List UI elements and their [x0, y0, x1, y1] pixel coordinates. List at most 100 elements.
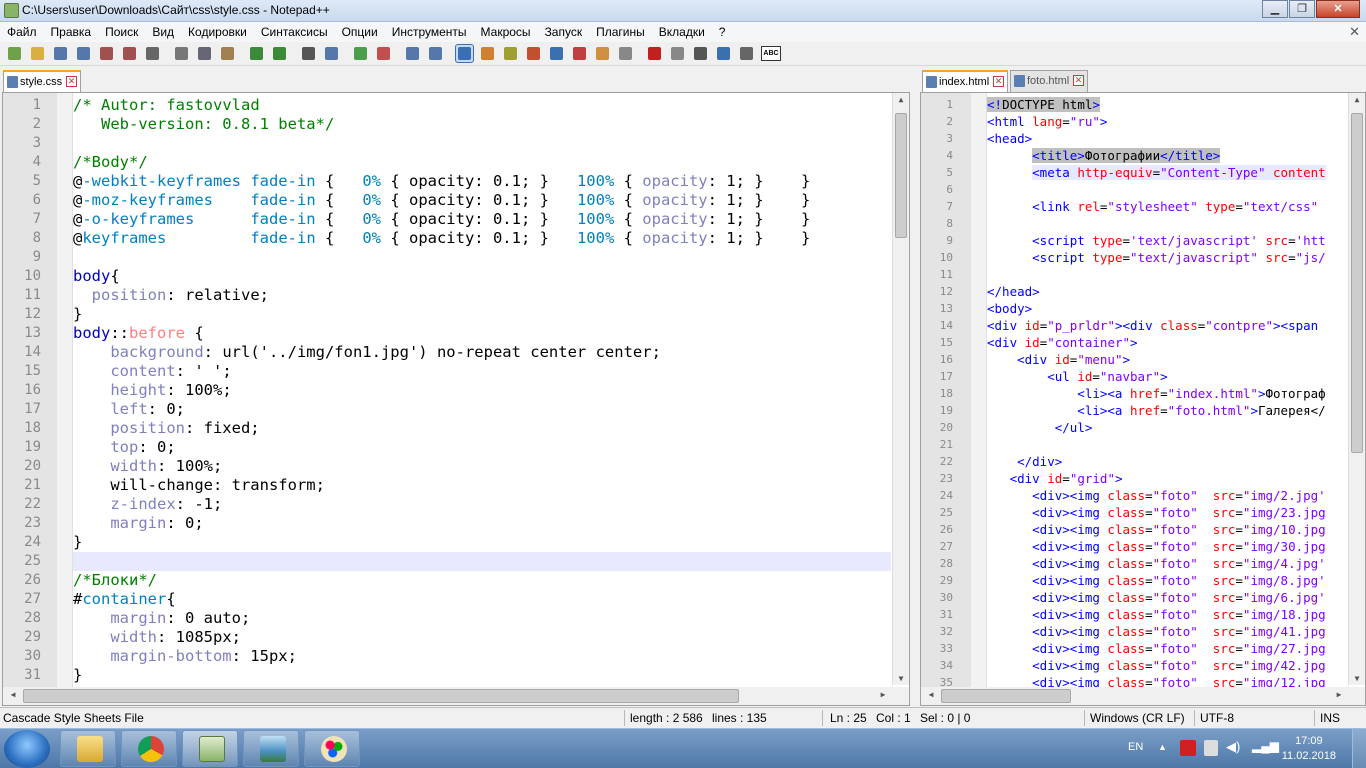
open-button[interactable] [29, 45, 46, 62]
sync-v-button[interactable] [404, 45, 421, 62]
vertical-scrollbar[interactable]: ▲ ▼ [892, 93, 909, 685]
menu-search[interactable]: Поиск [98, 22, 145, 42]
code-token: { [324, 172, 363, 190]
right-editor[interactable]: 1 <!DOCTYPE html> 2 <html lang="ru"> 3 <head>… [920, 92, 1366, 706]
menu-settings[interactable]: Опции [335, 22, 385, 42]
cut-button[interactable] [173, 45, 190, 62]
scroll-down-icon[interactable]: ▼ [1349, 674, 1365, 683]
close-tab-icon[interactable]: ✕ [66, 76, 77, 87]
scroll-up-icon[interactable]: ▲ [893, 95, 909, 104]
code-token: : 1; } } [707, 191, 811, 209]
menu-encoding[interactable]: Кодировки [181, 22, 254, 42]
paste-button[interactable] [219, 45, 236, 62]
menu-macro[interactable]: Макросы [474, 22, 538, 42]
function-list-button[interactable] [571, 45, 588, 62]
taskbar-photo-viewer[interactable] [243, 730, 299, 767]
indent-guide-button[interactable] [502, 45, 519, 62]
word-wrap-button[interactable] [455, 44, 474, 63]
code-token: "foto.html" [1167, 403, 1251, 418]
scroll-thumb[interactable] [895, 113, 907, 238]
start-button[interactable] [4, 730, 50, 768]
code-text: <script type="text/javascript" src="js/ [987, 249, 1326, 266]
taskbar-explorer[interactable] [60, 730, 116, 767]
replace-button[interactable] [323, 45, 340, 62]
scroll-thumb[interactable] [23, 689, 739, 703]
taskbar-chrome[interactable] [121, 730, 177, 767]
code-token: opacity: 0.1; } [408, 191, 549, 209]
left-editor[interactable]: 1/* Autor: fastovvlad 2 Web-version: 0.8.… [2, 92, 910, 706]
zoom-in-button[interactable] [352, 45, 369, 62]
close-tab-icon[interactable]: ✕ [993, 76, 1004, 87]
scroll-thumb[interactable] [941, 689, 1071, 703]
code-text: <li><a href="foto.html">Галерея</ [987, 402, 1325, 419]
udl-button[interactable] [525, 45, 542, 62]
copy-button[interactable] [196, 45, 213, 62]
close-all-button[interactable] [121, 45, 138, 62]
horizontal-scrollbar[interactable]: ◀ ▶ [3, 687, 909, 705]
tab-foto-html[interactable]: foto.html ✕ [1010, 70, 1088, 92]
tab-index-html[interactable]: index.html ✕ [922, 70, 1008, 92]
language-indicator[interactable]: EN [1128, 741, 1143, 753]
save-macro-button[interactable] [738, 45, 755, 62]
menu-view[interactable]: Вид [145, 22, 181, 42]
vertical-scrollbar[interactable]: ▲ ▼ [1348, 93, 1365, 685]
play-macro-button[interactable] [692, 45, 709, 62]
find-button[interactable] [300, 45, 317, 62]
monitor-button[interactable] [617, 45, 634, 62]
line-number: 3 [946, 132, 953, 145]
scroll-thumb[interactable] [1351, 113, 1363, 453]
close-document-icon[interactable]: ✕ [1349, 24, 1360, 40]
record-macro-button[interactable] [646, 45, 663, 62]
code-token: class [1107, 573, 1146, 588]
scroll-left-icon[interactable]: ◀ [923, 690, 939, 699]
menu-tools[interactable]: Инструменты [385, 22, 474, 42]
tab-style-css[interactable]: style.css ✕ [3, 70, 81, 92]
menu-language[interactable]: Синтаксисы [254, 22, 335, 42]
taskbar-paint[interactable] [304, 730, 360, 767]
zoom-out-button[interactable] [375, 45, 392, 62]
code-text: <div id="p_prldr"><div class="contpre"><… [987, 317, 1318, 334]
save-all-button[interactable] [75, 45, 92, 62]
print-button[interactable] [144, 45, 161, 62]
menu-edit[interactable]: Правка [44, 22, 99, 42]
folder-workspace-button[interactable] [594, 45, 611, 62]
spellcheck-button[interactable]: ABC [761, 45, 781, 62]
horizontal-scrollbar[interactable]: ◀ ▶ [921, 687, 1365, 705]
taskbar-notepad-plus-plus[interactable] [182, 730, 238, 767]
undo-button[interactable] [248, 45, 265, 62]
device-icon[interactable] [1204, 740, 1218, 756]
pane-splitter[interactable] [912, 66, 918, 706]
menu-file[interactable]: Файл [0, 22, 44, 42]
save-button[interactable] [52, 45, 69, 62]
show-all-chars-button[interactable] [479, 45, 496, 62]
new-button[interactable] [6, 45, 23, 62]
menu-help[interactable]: ? [712, 22, 733, 42]
scroll-right-icon[interactable]: ▶ [875, 690, 891, 699]
doc-map-button[interactable] [548, 45, 565, 62]
close-button[interactable] [98, 45, 115, 62]
tray-expand-icon[interactable]: ▲ [1158, 742, 1167, 752]
paste-icon [221, 47, 234, 60]
minimize-button[interactable]: ▁ [1262, 0, 1288, 18]
scroll-down-icon[interactable]: ▼ [893, 674, 909, 683]
scroll-up-icon[interactable]: ▲ [1349, 95, 1365, 104]
line-number: 12 [939, 285, 953, 298]
network-icon[interactable]: ▂▄▆ [1252, 739, 1279, 753]
run-macro-multiple-button[interactable] [715, 45, 732, 62]
close-tab-icon[interactable]: ✕ [1073, 75, 1084, 86]
menu-plugins[interactable]: Плагины [589, 22, 652, 42]
show-desktop-button[interactable] [1352, 729, 1366, 768]
scroll-right-icon[interactable]: ▶ [1331, 690, 1347, 699]
close-button[interactable]: ✕ [1316, 0, 1360, 18]
antivirus-icon[interactable] [1180, 740, 1196, 756]
stop-macro-button[interactable] [669, 45, 686, 62]
sync-h-button[interactable] [427, 45, 444, 62]
menu-window[interactable]: Вкладки [652, 22, 712, 42]
scroll-left-icon[interactable]: ◀ [5, 690, 21, 699]
volume-icon[interactable]: ◀) [1226, 739, 1240, 755]
redo-button[interactable] [271, 45, 288, 62]
maximize-button[interactable]: ❐ [1289, 0, 1315, 18]
clock[interactable]: 17:09 11.02.2018 [1282, 734, 1336, 764]
menu-run[interactable]: Запуск [538, 22, 590, 42]
